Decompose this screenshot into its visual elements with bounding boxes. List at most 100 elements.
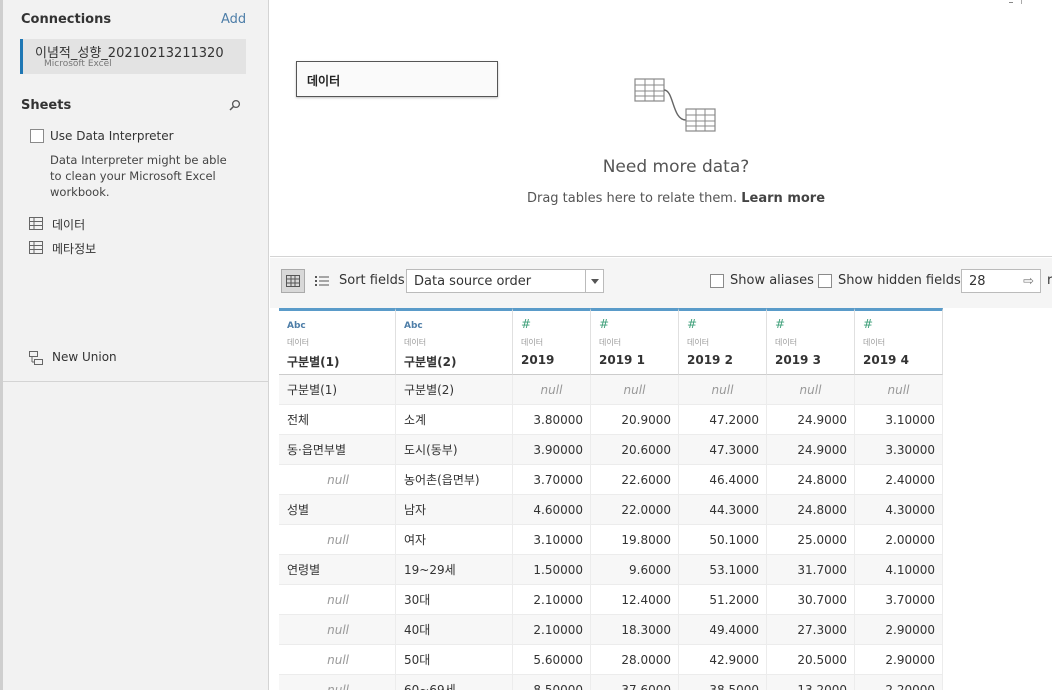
column-source: 데이터 xyxy=(521,338,544,347)
table-cell: 2.20000 xyxy=(855,675,943,690)
arrow-right-icon[interactable]: ⇨ xyxy=(1023,274,1034,289)
table-cell: null xyxy=(679,375,767,405)
table-cell: 2.00000 xyxy=(855,525,943,555)
table-cell: 19~29세 xyxy=(396,555,513,585)
sheets-title: Sheets xyxy=(21,98,72,113)
column-name[interactable]: 2019 3 xyxy=(775,353,821,367)
table-cell: 성별 xyxy=(279,495,396,525)
table-chip-label: 데이터 xyxy=(307,74,341,88)
column-header[interactable]: # 데이터 2019 1 xyxy=(591,308,679,375)
table-cell: 3.90000 xyxy=(513,435,591,465)
table-cell: 8.50000 xyxy=(513,675,591,690)
drag-hint-text: Drag tables here to relate them. xyxy=(526,191,738,206)
connection-type: Microsoft Excel xyxy=(44,59,112,69)
table-icon xyxy=(29,217,43,230)
table-row: 전체 소계 3.80000 20.9000 47.2000 24.9000 3.10000 xyxy=(279,405,943,435)
string-type-icon[interactable]: Abc xyxy=(287,321,306,331)
show-hidden-fields-label: Show hidden fields xyxy=(838,273,961,288)
table-cell: 51.2000 xyxy=(679,585,767,615)
show-aliases-label: Show aliases xyxy=(730,273,814,288)
sort-fields-select[interactable]: Data source order xyxy=(406,269,604,293)
column-name[interactable]: 2019 4 xyxy=(863,353,909,367)
table-cell: 3.70000 xyxy=(513,465,591,495)
grid-toolbar: Sort fields Data source order Show alias… xyxy=(270,258,1052,308)
use-data-interpreter-label: Use Data Interpreter xyxy=(50,129,174,143)
table-cell: 50대 xyxy=(396,645,513,675)
table-cell: 2.10000 xyxy=(513,585,591,615)
column-name[interactable]: 2019 1 xyxy=(599,353,645,367)
table-cell: 22.0000 xyxy=(591,495,679,525)
table-cell: 42.9000 xyxy=(679,645,767,675)
table-cell: 2.90000 xyxy=(855,645,943,675)
table-row: 성별 남자 4.60000 22.0000 44.3000 24.8000 4.30000 xyxy=(279,495,943,525)
table-cell: 9.6000 xyxy=(591,555,679,585)
table-cell: 30대 xyxy=(396,585,513,615)
table-cell: null xyxy=(279,465,396,495)
table-row: null 30대 2.10000 12.4000 51.2000 30.7000 3.700… xyxy=(279,585,943,615)
column-name[interactable]: 2019 2 xyxy=(687,353,733,367)
string-type-icon[interactable]: Abc xyxy=(404,321,423,331)
relationship-canvas[interactable]: 데이터 Need more data? Drag tables here to … xyxy=(270,0,1052,257)
column-header[interactable]: # 데이터 2019 2 xyxy=(679,308,767,375)
table-cell: null xyxy=(279,525,396,555)
left-panel: Connections Add 이념적_성향_20210213211320 Mi… xyxy=(0,0,269,690)
union-icon xyxy=(29,351,43,365)
show-aliases-checkbox[interactable] xyxy=(710,274,724,288)
connections-title: Connections xyxy=(21,12,112,27)
number-type-icon[interactable]: # xyxy=(775,317,785,331)
corner-mark xyxy=(1021,0,1022,4)
table-cell: 50.1000 xyxy=(679,525,767,555)
column-source: 데이터 xyxy=(599,338,622,347)
number-type-icon[interactable]: # xyxy=(687,317,697,331)
table-cell: 1.50000 xyxy=(513,555,591,585)
table-cell: 24.8000 xyxy=(767,465,855,495)
table-cell: 도시(동부) xyxy=(396,435,513,465)
logical-table-chip[interactable]: 데이터 xyxy=(296,61,498,97)
column-name[interactable]: 구분별(2) xyxy=(404,353,456,370)
relate-tables-icon xyxy=(634,78,716,132)
number-type-icon[interactable]: # xyxy=(521,317,531,331)
table-row: 구분별(1) 구분별(2) null null null null null xyxy=(279,375,943,405)
list-view-button[interactable] xyxy=(311,269,333,293)
column-header[interactable]: # 데이터 2019 3 xyxy=(767,308,855,375)
table-cell: null xyxy=(279,585,396,615)
search-icon[interactable] xyxy=(229,99,241,111)
learn-more-link[interactable]: Learn more xyxy=(741,191,825,206)
table-cell: 5.60000 xyxy=(513,645,591,675)
table-cell: 53.1000 xyxy=(679,555,767,585)
table-cell: 18.3000 xyxy=(591,615,679,645)
use-data-interpreter-checkbox[interactable] xyxy=(30,129,44,143)
column-source: 데이터 xyxy=(863,338,886,347)
table-row: null 50대 5.60000 28.0000 42.9000 20.5000 2.900… xyxy=(279,645,943,675)
table-cell: null xyxy=(767,375,855,405)
table-cell: 37.6000 xyxy=(591,675,679,690)
number-type-icon[interactable]: # xyxy=(863,317,873,331)
column-header[interactable]: # 데이터 2019 4 xyxy=(855,308,943,375)
add-connection-link[interactable]: Add xyxy=(221,12,246,27)
data-interpreter-description: Data Interpreter might be able to clean … xyxy=(50,153,227,199)
rows-input[interactable]: 28 ⇨ xyxy=(961,269,1041,293)
grid-view-button[interactable] xyxy=(281,269,305,293)
table-cell: 20.5000 xyxy=(767,645,855,675)
table-cell: 27.3000 xyxy=(767,615,855,645)
table-cell: 동·읍면부별 xyxy=(279,435,396,465)
column-name[interactable]: 구분별(1) xyxy=(287,353,339,370)
table-row: null 60~69세 8.50000 37.6000 38.5000 13.2000 2.… xyxy=(279,675,943,690)
column-source: 데이터 xyxy=(775,338,798,347)
column-source: 데이터 xyxy=(287,338,310,347)
rows-suffix: r xyxy=(1047,273,1052,288)
rows-value: 28 xyxy=(969,274,986,289)
table-cell: 남자 xyxy=(396,495,513,525)
column-header[interactable]: Abc 데이터 구분별(2) xyxy=(396,308,513,375)
table-cell: null xyxy=(855,375,943,405)
table-cell: 28.0000 xyxy=(591,645,679,675)
show-hidden-fields-checkbox[interactable] xyxy=(818,274,832,288)
drag-hint: Drag tables here to relate them. Learn m… xyxy=(270,191,1052,206)
column-header[interactable]: # 데이터 2019 xyxy=(513,308,591,375)
column-name[interactable]: 2019 xyxy=(521,353,554,367)
column-header[interactable]: Abc 데이터구분별(1) xyxy=(279,308,396,375)
connection-item[interactable]: 이념적_성향_20210213211320 Microsoft Excel xyxy=(20,39,246,74)
number-type-icon[interactable]: # xyxy=(599,317,609,331)
table-cell: 전체 xyxy=(279,405,396,435)
table-row: null 농어촌(읍면부) 3.70000 22.6000 46.4000 24.8000… xyxy=(279,465,943,495)
